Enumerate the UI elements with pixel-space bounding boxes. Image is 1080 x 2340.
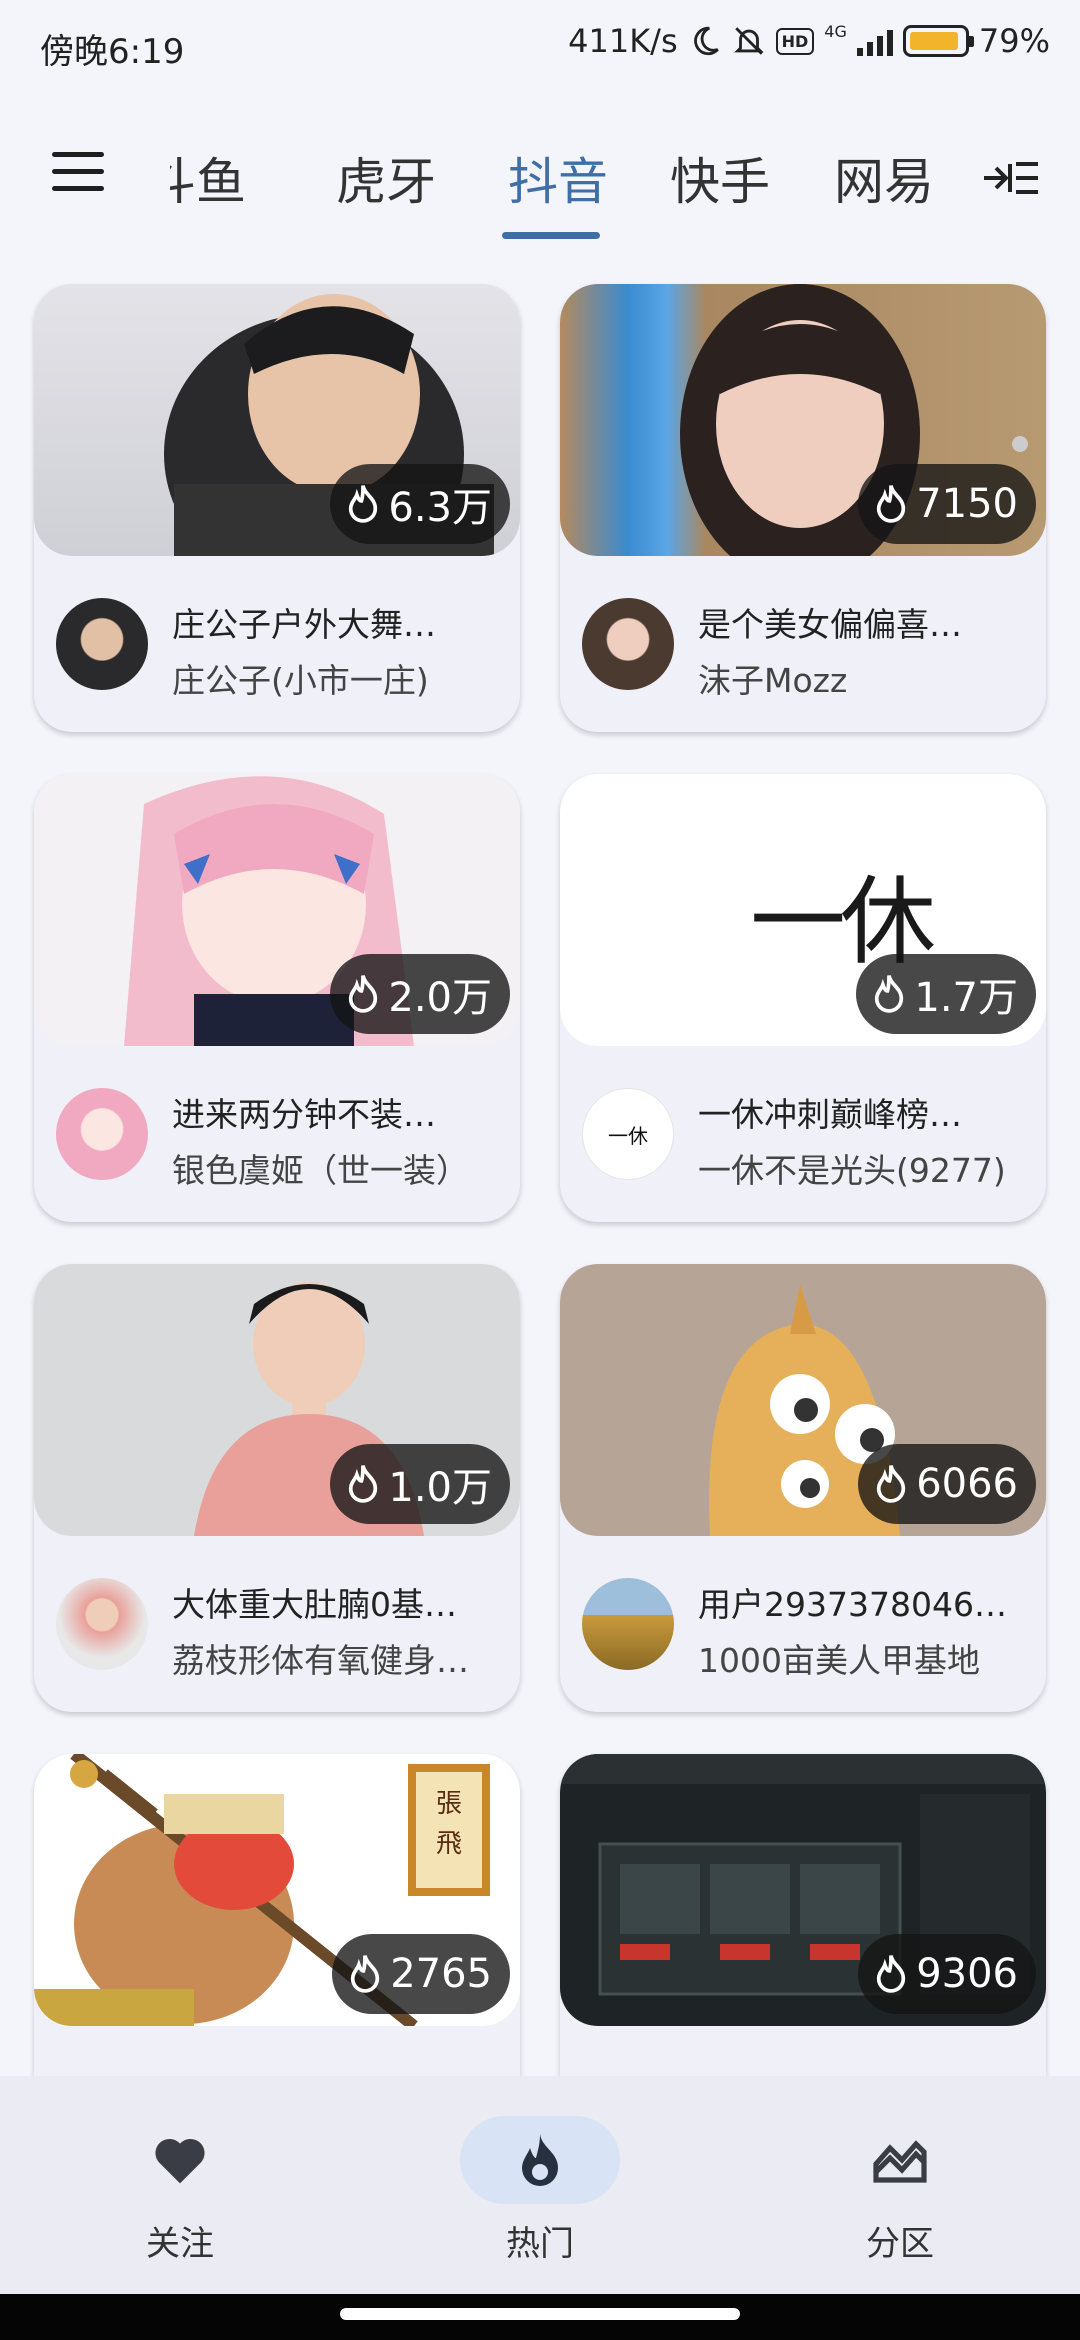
nav-category[interactable]: 分区	[800, 2116, 1000, 2265]
flame-icon	[351, 1955, 380, 1993]
status-bar: 傍晚6:19 411K/s HD 4G 79%	[0, 0, 1080, 92]
streamer-avatar[interactable]	[56, 1578, 148, 1670]
streamer-name: 荔枝形体有氧健身…	[172, 1641, 469, 1680]
menu-icon[interactable]	[52, 152, 104, 192]
live-card[interactable]: 2.0万 进来两分钟不装… 银色虞姬（世一装）	[34, 774, 520, 1222]
popularity-count: 2.0万	[388, 975, 492, 1021]
popularity-count: 6.3万	[388, 485, 492, 531]
live-title: 进来两分钟不装…	[172, 1095, 436, 1134]
flame-icon	[349, 975, 378, 1013]
popularity-count: 1.7万	[914, 975, 1018, 1021]
live-card[interactable]: 7150 是个美女偏偏喜… 沫子Mozz	[560, 284, 1046, 732]
bottom-navigation: 关注 热门 分区	[0, 2076, 1080, 2294]
status-time: 傍晚6:19	[40, 32, 185, 72]
streamer-avatar[interactable]: 一休	[582, 1088, 674, 1180]
popularity-badge: 2765	[332, 1934, 510, 2014]
popularity-count: 6066	[916, 1461, 1018, 1507]
battery-level: 79%	[978, 22, 1050, 60]
live-card[interactable]: 6.3万 庄公子户外大舞… 庄公子(小市一庄)	[34, 284, 520, 732]
live-card[interactable]: 6066 用户2937378046… 1000亩美人甲基地	[560, 1264, 1046, 1712]
network-type: 4G	[824, 22, 847, 41]
status-icons: 411K/s HD 4G 79%	[568, 22, 1050, 60]
streamer-avatar[interactable]	[582, 1578, 674, 1670]
popularity-count: 9306	[916, 1951, 1018, 1997]
tab-kuaishou[interactable]: 快手	[670, 142, 770, 214]
flame-icon	[877, 1955, 906, 1993]
popularity-badge: 1.7万	[856, 954, 1036, 1034]
popularity-count: 1.0万	[388, 1465, 492, 1511]
home-gesture-bar[interactable]	[340, 2308, 740, 2320]
moon-icon	[693, 26, 719, 56]
popularity-badge: 1.0万	[330, 1444, 510, 1524]
live-title: 大体重大肚腩0基…	[172, 1585, 457, 1624]
heart-icon	[100, 2116, 260, 2204]
streamer-avatar[interactable]	[582, 598, 674, 690]
hd-badge: HD	[775, 27, 815, 55]
live-title: 是个美女偏偏喜…	[698, 605, 962, 644]
live-card[interactable]: 1.0万 大体重大肚腩0基… 荔枝形体有氧健身…	[34, 1264, 520, 1712]
network-speed: 411K/s	[568, 22, 678, 60]
tab-netease[interactable]: 网易	[834, 142, 934, 214]
active-tab-indicator	[502, 232, 600, 239]
popularity-count: 2765	[390, 1951, 492, 1997]
live-title: 用户2937378046…	[698, 1585, 1007, 1624]
gesture-navigation-area	[0, 2294, 1080, 2340]
top-navigation: 斗鱼 虎牙 抖音 快手 网易	[0, 130, 1080, 250]
live-title: 庄公子户外大舞…	[172, 605, 436, 644]
streamer-name: 1000亩美人甲基地	[698, 1641, 980, 1680]
streamer-name: 庄公子(小市一庄)	[172, 661, 429, 700]
tab-douyu[interactable]: 斗鱼	[170, 142, 246, 214]
nav-follow-label: 关注	[146, 2224, 214, 2264]
collapse-sidebar-icon[interactable]	[982, 158, 1040, 198]
nav-hot[interactable]: 热门	[440, 2116, 640, 2265]
streamer-name: 一休不是光头(9277)	[698, 1151, 1006, 1190]
mute-bell-icon	[733, 27, 764, 55]
battery-icon	[902, 25, 974, 57]
flame-icon	[877, 485, 906, 523]
avatar-calligraphy: 一休	[608, 1123, 648, 1148]
nav-hot-label: 热门	[506, 2224, 574, 2264]
category-chart-icon	[820, 2116, 980, 2204]
flame-icon	[349, 1465, 378, 1503]
thumbnail-sign-text: 張飛	[435, 1789, 462, 1859]
flame-icon	[875, 975, 904, 1013]
streamer-name: 沫子Mozz	[698, 661, 848, 700]
flame-icon	[349, 485, 378, 523]
tab-huya[interactable]: 虎牙	[336, 142, 436, 214]
nav-category-label: 分区	[866, 2224, 934, 2264]
tab-douyin[interactable]: 抖音	[508, 142, 608, 214]
popularity-count: 7150	[916, 481, 1018, 527]
streamer-avatar[interactable]	[56, 1088, 148, 1180]
nav-follow[interactable]: 关注	[80, 2116, 280, 2265]
popularity-badge: 2.0万	[330, 954, 510, 1034]
popularity-badge: 6066	[858, 1444, 1036, 1524]
popularity-badge: 7150	[858, 464, 1036, 544]
streamer-name: 银色虞姬（世一装）	[172, 1151, 469, 1190]
flame-icon	[460, 2116, 620, 2204]
signal-icon	[856, 26, 893, 56]
popularity-badge: 9306	[858, 1934, 1036, 2014]
streamer-avatar[interactable]	[56, 598, 148, 690]
live-title: 一休冲刺巅峰榜…	[698, 1095, 962, 1134]
live-card[interactable]: 一休 1.7万 一休 一休冲刺巅峰榜… 一休不是光头(9277)	[560, 774, 1046, 1222]
flame-icon	[877, 1465, 906, 1503]
popularity-badge: 6.3万	[330, 464, 510, 544]
